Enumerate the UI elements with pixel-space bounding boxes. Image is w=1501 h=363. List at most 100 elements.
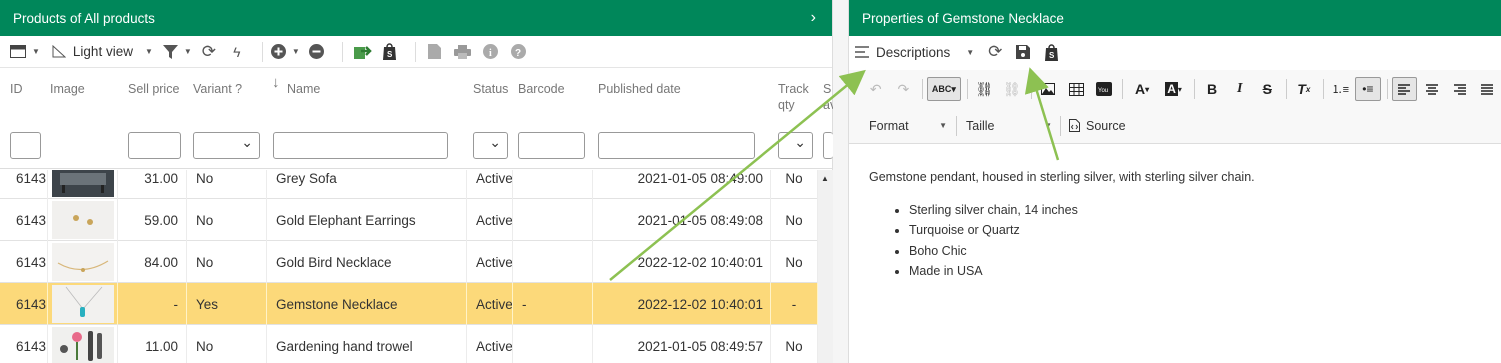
filter-button[interactable]: ▼ <box>162 40 192 64</box>
view-layout-button[interactable]: ▼ <box>10 40 40 64</box>
caret-down-icon: ▼ <box>1044 121 1052 130</box>
numbered-list-icon[interactable]: ⒈≡ <box>1328 77 1354 101</box>
source-button[interactable]: Source <box>1069 114 1126 138</box>
properties-panel-title-bar: Properties of Gemstone Necklace <box>849 0 1501 36</box>
editor-divider <box>1030 79 1032 99</box>
description-intro: Gemstone pendant, housed in sterling sil… <box>869 170 1255 184</box>
cell-image <box>48 170 118 199</box>
editor-divider <box>956 115 957 136</box>
cell-status: Active <box>467 199 513 241</box>
print-button[interactable] <box>452 40 474 64</box>
filter-stock-input[interactable] <box>823 132 833 159</box>
info-icon: i <box>483 44 499 59</box>
column-header-id[interactable]: ID <box>10 81 23 97</box>
info-button[interactable]: i <box>480 40 502 64</box>
table-row[interactable]: 6143 84.00 No Gold Bird Necklace Active … <box>0 241 818 283</box>
unlink-icon[interactable]: ⛓ <box>999 77 1025 101</box>
filter-track-qty-select[interactable] <box>778 132 813 159</box>
redo-icon[interactable]: ↷ <box>891 77 917 101</box>
cell-image <box>48 199 118 241</box>
svg-text:?: ? <box>515 48 521 59</box>
remove-format-icon[interactable]: Tx <box>1291 77 1317 101</box>
youtube-icon[interactable]: You <box>1091 77 1117 101</box>
shopify-button[interactable]: S <box>379 40 401 64</box>
filter-name-input[interactable] <box>273 132 448 159</box>
column-header-name[interactable]: Name <box>287 81 320 97</box>
table-row[interactable]: 6143 11.00 No Gardening hand trowel Acti… <box>0 325 818 363</box>
products-panel-title-bar: Products of All products › <box>0 0 832 36</box>
filter-id-input[interactable] <box>10 132 41 159</box>
descriptions-dropdown[interactable]: Descriptions ▼ <box>855 40 974 64</box>
align-center-icon[interactable] <box>1419 77 1445 101</box>
filter-status-select[interactable] <box>473 132 508 159</box>
column-header-variant[interactable]: Variant ? <box>193 81 242 97</box>
products-panel-title: Products of All products <box>13 10 155 26</box>
cell-price: 59.00 <box>118 199 187 241</box>
image-icon[interactable] <box>1036 77 1062 101</box>
cell-price: 11.00 <box>118 325 187 363</box>
grid-header: ID Image Sell price Variant ? ↓ Name Sta… <box>0 69 836 169</box>
strikethrough-icon[interactable]: S <box>1254 77 1280 101</box>
cell-price: 84.00 <box>118 241 187 283</box>
format-dropdown[interactable]: Format ▼ <box>869 114 947 138</box>
cell-track-qty: No <box>771 325 818 363</box>
grid-vertical-scrollbar[interactable]: ▲ <box>818 170 833 363</box>
cell-name: Gardening hand trowel <box>267 325 467 363</box>
cell-published-date: 2021-01-05 08:49:00 <box>593 170 771 199</box>
cell-barcode: - <box>513 283 593 325</box>
column-header-barcode[interactable]: Barcode <box>518 81 565 97</box>
refresh-button[interactable]: ⟳ <box>984 40 1006 64</box>
svg-text:S: S <box>387 50 393 59</box>
table-row[interactable]: 6143 31.00 No Grey Sofa Active 2021-01-0… <box>0 170 818 199</box>
link-icon[interactable]: ⛓ <box>972 77 998 101</box>
csv-file-icon <box>428 44 442 59</box>
light-view-dropdown[interactable]: Light view ▼ <box>52 40 153 64</box>
size-dropdown[interactable]: Taille ▼ <box>966 114 1052 138</box>
svg-text:You: You <box>1098 88 1108 94</box>
list-item: Boho Chic <box>909 241 1482 262</box>
cell-status: Active <box>467 325 513 363</box>
italic-icon[interactable]: I <box>1227 77 1253 101</box>
filter-published-date-input[interactable] <box>598 132 755 159</box>
cell-name: Grey Sofa <box>267 170 467 199</box>
save-floppy-icon <box>1016 45 1031 59</box>
cell-status: Active <box>467 283 513 325</box>
filter-barcode-input[interactable] <box>518 132 585 159</box>
column-header-image[interactable]: Image <box>50 81 85 97</box>
column-header-status[interactable]: Status <box>473 81 508 97</box>
funnel-icon <box>162 44 178 59</box>
export-button[interactable] <box>351 40 373 64</box>
background-color-icon[interactable]: A ▾ <box>1159 77 1189 101</box>
align-left-icon[interactable] <box>1391 77 1418 101</box>
table-icon[interactable] <box>1063 77 1089 101</box>
help-button[interactable]: ? <box>508 40 530 64</box>
description-editor-content[interactable]: Gemstone pendant, housed in sterling sil… <box>849 145 1501 304</box>
filter-variant-select[interactable] <box>193 132 260 159</box>
column-header-published-date[interactable]: Published date <box>598 81 681 97</box>
table-row[interactable]: 6143 59.00 No Gold Elephant Earrings Act… <box>0 199 818 241</box>
scroll-up-arrow-icon[interactable]: ▲ <box>821 174 829 183</box>
align-right-icon[interactable] <box>1447 77 1473 101</box>
shopify-button[interactable]: S <box>1040 40 1062 64</box>
csv-button[interactable] <box>424 40 446 64</box>
remove-button[interactable] <box>306 40 328 64</box>
bolt-button[interactable]: ϟ <box>226 40 248 64</box>
add-button[interactable]: ▼ <box>270 40 300 64</box>
list-item: Sterling silver chain, 14 inches <box>909 200 1482 221</box>
filter-sell-price-input[interactable] <box>128 132 181 159</box>
table-row-selected[interactable]: 6143 - Yes Gemstone Necklace Active - 20… <box>0 283 818 325</box>
bold-icon[interactable]: B <box>1199 77 1225 101</box>
panel-splitter[interactable] <box>833 0 848 363</box>
align-justify-icon[interactable] <box>1474 77 1500 101</box>
column-header-track-qty[interactable]: Track qty <box>778 81 809 113</box>
descriptions-label: Descriptions <box>876 44 951 60</box>
cell-barcode <box>513 241 593 283</box>
bulleted-list-icon[interactable]: •≡ <box>1355 77 1381 101</box>
chevron-right-icon[interactable]: › <box>811 9 816 27</box>
column-header-sell-price[interactable]: Sell price <box>128 81 179 97</box>
refresh-button[interactable]: ⟳ <box>198 40 220 64</box>
text-color-icon[interactable]: A ▾ <box>1127 77 1157 101</box>
spellcheck-icon[interactable]: ABC▾ <box>927 77 961 101</box>
undo-icon[interactable]: ↶ <box>863 77 889 101</box>
save-button[interactable] <box>1012 40 1034 64</box>
